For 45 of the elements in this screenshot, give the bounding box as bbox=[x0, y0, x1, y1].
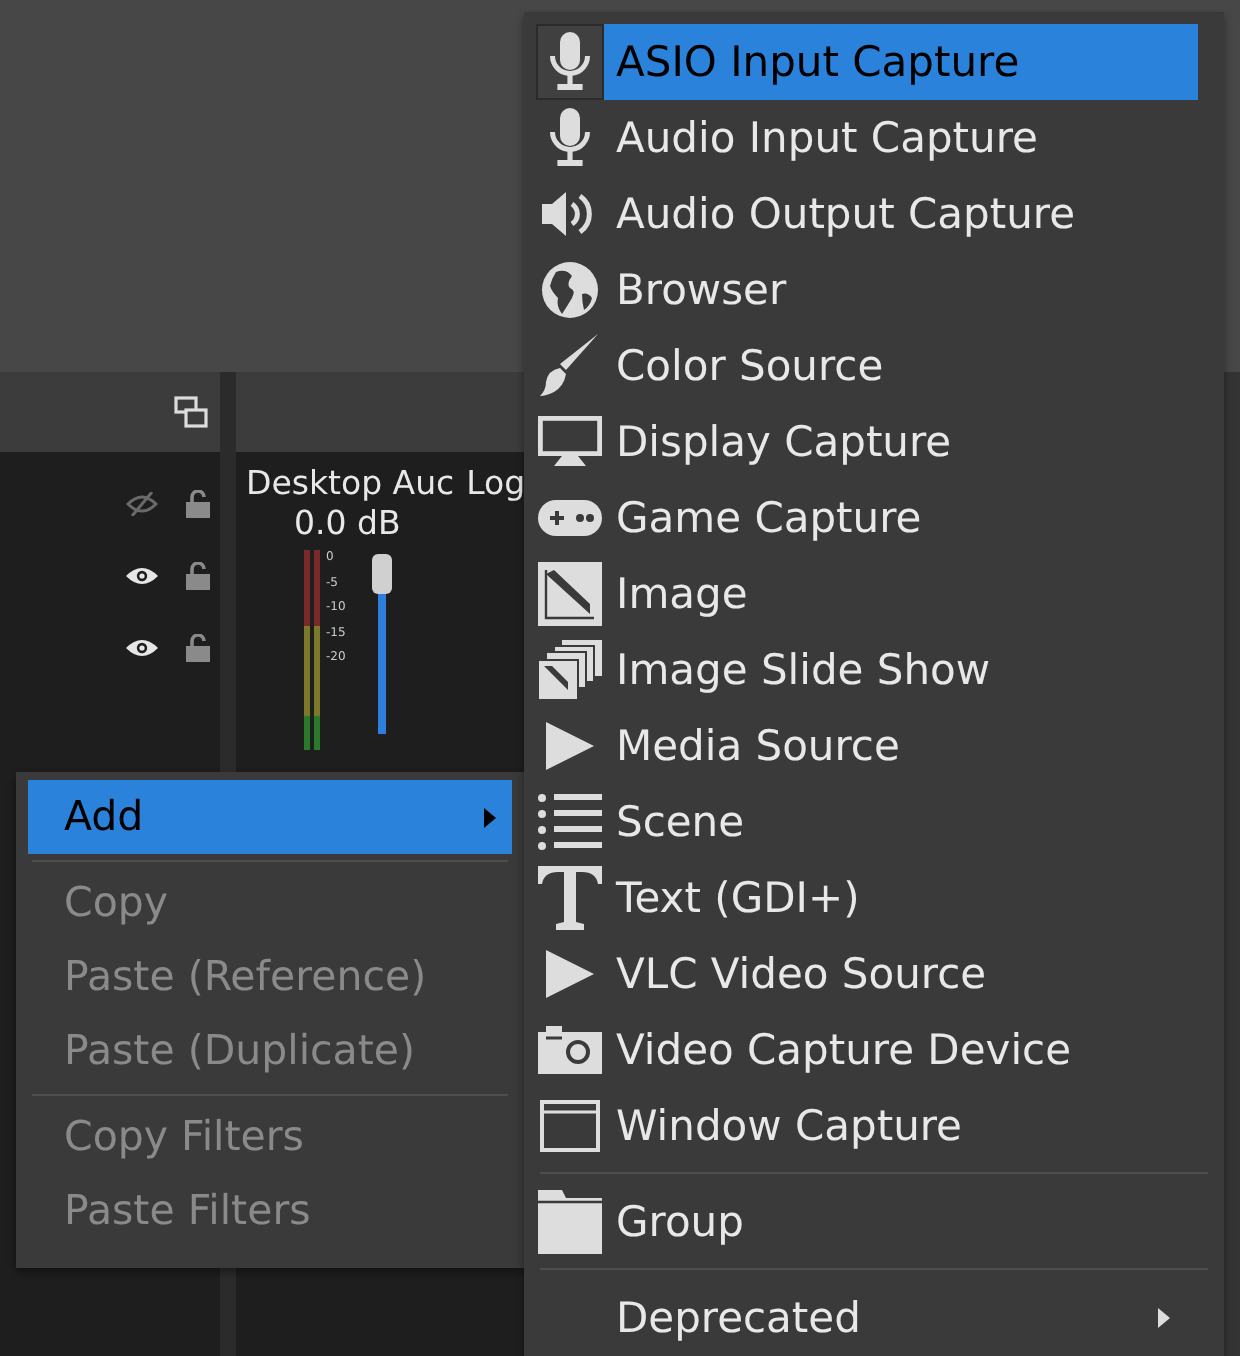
menu-item[interactable]: Deprecated bbox=[604, 1280, 1198, 1356]
window-icon bbox=[540, 1100, 600, 1152]
gamepad-icon bbox=[538, 500, 602, 536]
menu-item[interactable]: Text (GDI+) bbox=[604, 860, 1198, 936]
channel-name: Desktop Auc bbox=[246, 464, 455, 502]
menu-item[interactable]: Audio Output Capture bbox=[604, 176, 1198, 252]
menu-item[interactable]: VLC Video Source bbox=[604, 936, 1198, 1012]
submenu-arrow-icon bbox=[1158, 1308, 1170, 1328]
menu-item[interactable]: Audio Input Capture bbox=[604, 100, 1198, 176]
menu-item[interactable]: Image Slide Show bbox=[604, 632, 1198, 708]
unlocked-lock-icon[interactable] bbox=[186, 562, 210, 590]
menu-item[interactable]: Add bbox=[28, 780, 512, 854]
folder-icon bbox=[538, 1190, 602, 1254]
menu-item[interactable]: Browser bbox=[604, 252, 1198, 328]
globe-icon bbox=[540, 260, 600, 320]
menu-item[interactable]: Media Source bbox=[604, 708, 1198, 784]
play-icon bbox=[546, 950, 594, 998]
monitor-icon bbox=[538, 416, 602, 468]
letter-t-icon bbox=[538, 866, 602, 930]
hidden-eye-icon[interactable] bbox=[126, 492, 158, 516]
menu-item[interactable]: Window Capture bbox=[604, 1088, 1198, 1164]
menu-item[interactable]: Group bbox=[604, 1184, 1198, 1260]
eye-icon[interactable] bbox=[126, 638, 158, 658]
undock-icon[interactable] bbox=[174, 396, 208, 428]
paintbrush-icon bbox=[540, 334, 600, 398]
menu-item[interactable]: Video Capture Device bbox=[604, 1012, 1198, 1088]
menu-item[interactable]: Scene bbox=[604, 784, 1198, 860]
unlocked-lock-icon[interactable] bbox=[186, 634, 210, 662]
list-icon bbox=[538, 794, 602, 850]
menu-item[interactable]: Image bbox=[604, 556, 1198, 632]
menu-item[interactable]: Game Capture bbox=[604, 480, 1198, 556]
microphone-icon bbox=[546, 32, 594, 92]
channel-name: Log bbox=[466, 464, 526, 502]
play-icon bbox=[546, 722, 594, 770]
image-stack-icon bbox=[538, 640, 602, 700]
volume-reading: 0.0 dB bbox=[294, 504, 403, 542]
image-icon bbox=[538, 562, 602, 626]
microphone-icon bbox=[546, 108, 594, 168]
fader-handle[interactable] bbox=[372, 554, 392, 594]
eye-icon[interactable] bbox=[126, 566, 158, 586]
unlocked-lock-icon[interactable] bbox=[186, 490, 210, 518]
menu-item[interactable]: ASIO Input Capture bbox=[604, 24, 1198, 100]
menu-item[interactable]: Color Source bbox=[604, 328, 1198, 404]
camera-icon bbox=[538, 1026, 602, 1074]
menu-item[interactable]: Display Capture bbox=[604, 404, 1198, 480]
